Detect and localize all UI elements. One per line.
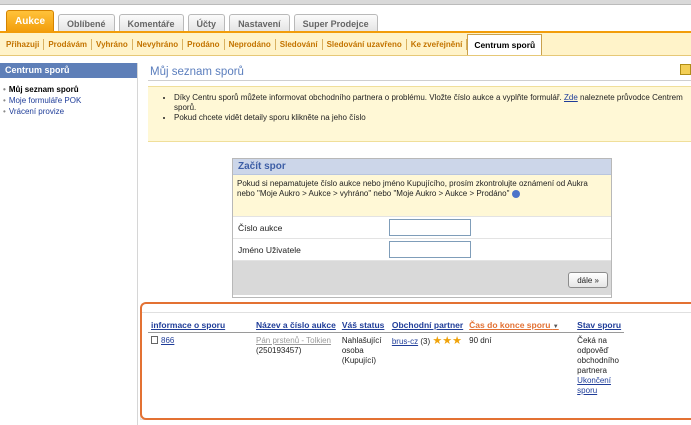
tab-aukce[interactable]: Aukce <box>6 10 55 32</box>
sidebar: Centrum sporů • Můj seznam sporů • Moje fo… <box>0 63 138 425</box>
tab-super-prodejce[interactable]: Super Prodejce <box>293 14 378 32</box>
guide-link[interactable]: Zde <box>564 93 578 102</box>
col-time-left[interactable]: Čas do konce sporu ▼ <box>466 318 574 333</box>
col-time-left-label: Čas do konce sporu <box>469 320 551 330</box>
subtab-centrum-sporu[interactable]: Centrum sporů <box>467 34 543 55</box>
star-icon: ★ <box>452 335 462 347</box>
subtab-prihazuji[interactable]: Přihazuji <box>2 38 45 50</box>
sidebar-item-vraceni-provize[interactable]: • Vrácení provize <box>3 106 134 117</box>
info-bullet-2: Pokud chcete vidět detaily sporu kliknět… <box>174 113 683 123</box>
page-title: Můj seznam sporů <box>150 66 244 78</box>
main-tabs: Aukce Oblíbené Komentáře Účty Nastavení … <box>6 8 382 32</box>
info-box: Díky Centru sporů můžete informovat obch… <box>148 86 691 142</box>
sidebar-item-moje-formulare-pok[interactable]: • Moje formuláře POK <box>3 95 134 106</box>
subtab-sledovani[interactable]: Sledování <box>276 38 323 50</box>
info-icon[interactable] <box>511 189 520 198</box>
star-icon: ★ <box>432 335 443 347</box>
start-dispute-footer: dále » <box>233 261 611 295</box>
sidebar-list: • Můj seznam sporů • Moje formuláře POK • V… <box>0 78 137 123</box>
username-label: Jméno Uživatele <box>238 244 301 255</box>
auction-number-label: Číslo aukce <box>238 222 283 233</box>
star-icon: ★ <box>442 335 453 347</box>
sidebar-item-muj-seznam-sporu[interactable]: • Můj seznam sporů <box>3 84 134 95</box>
username-row: Jméno Uživatele <box>233 239 611 261</box>
sub-tabs: Přihazuji Prodávám Vyhráno Nevyhráno Pro… <box>0 33 691 56</box>
auction-number: (250193457) <box>256 346 302 355</box>
subtab-prodavam[interactable]: Prodávám <box>44 38 93 50</box>
tab-oblibene[interactable]: Oblíbené <box>58 14 115 32</box>
cell-dispute-id: 866 <box>148 333 253 400</box>
start-dispute-title: Začít spor <box>233 159 611 175</box>
dispute-id-link[interactable]: 866 <box>161 336 174 345</box>
col-auction-name[interactable]: Název a číslo aukce <box>253 318 339 333</box>
cell-partner: brus-cz (3) ★★★ <box>389 333 466 400</box>
table-header-row: informace o sporu Název a číslo aukce Vá… <box>148 318 625 333</box>
top-border <box>0 0 691 5</box>
subtab-vyhrano[interactable]: Vyhráno <box>92 38 133 50</box>
partner-rating: (3) <box>420 337 431 346</box>
sidebar-item-label: Moje formuláře POK <box>8 96 82 105</box>
cell-auction: Pán prstenů - Tolkien (250193457) <box>253 333 339 400</box>
cell-time-left: 90 dní <box>469 336 492 345</box>
tab-komentare[interactable]: Komentáře <box>118 14 184 32</box>
info-text: Díky Centru sporů můžete informovat obch… <box>174 93 562 102</box>
username-input[interactable] <box>389 241 471 258</box>
help-icon[interactable] <box>680 64 691 75</box>
disputes-table: informace o sporu Název a číslo aukce Vá… <box>148 318 625 400</box>
auction-number-row: Číslo aukce <box>233 217 611 239</box>
state-text: Čeká na odpověď obchodního partnera <box>577 336 619 375</box>
tab-nastaveni[interactable]: Nastavení <box>229 14 290 32</box>
subtab-neprodano[interactable]: Neprodáno <box>225 38 276 50</box>
auction-name-link[interactable]: Pán prstenů - Tolkien <box>256 336 331 345</box>
start-dispute-box: Začít spor Pokud si nepamatujete číslo a… <box>232 158 612 298</box>
bullet-icon: • <box>3 107 6 116</box>
col-dispute-state[interactable]: Stav sporu <box>574 318 624 333</box>
cell-status: Nahlašující osoba (Kupující) <box>341 336 382 365</box>
info-bullet-1: Díky Centru sporů můžete informovat obch… <box>174 93 683 113</box>
description-text: Pokud si nepamatujete číslo aukce nebo j… <box>237 179 588 198</box>
auction-number-input[interactable] <box>389 219 471 236</box>
subtab-ke-zverejneni[interactable]: Ke zveřejnění <box>407 38 468 50</box>
subtab-nevyhrano[interactable]: Nevyhráno <box>133 38 184 50</box>
end-dispute-link[interactable]: Ukončení sporu <box>577 376 611 395</box>
subtab-prodano[interactable]: Prodáno <box>183 38 225 50</box>
bullet-icon: • <box>3 96 6 105</box>
document-icon <box>151 336 158 344</box>
tab-ucty[interactable]: Účty <box>187 14 226 32</box>
table-row: 866 Pán prstenů - Tolkien (250193457) Na… <box>148 333 624 400</box>
sort-down-icon: ▼ <box>552 324 559 330</box>
sidebar-item-label: Vrácení provize <box>8 107 65 116</box>
title-divider <box>148 80 691 81</box>
col-partner[interactable]: Obchodní partner <box>389 318 466 333</box>
sidebar-title: Centrum sporů <box>0 63 137 78</box>
col-your-status[interactable]: Váš status <box>339 318 389 333</box>
partner-link[interactable]: brus-cz <box>392 337 418 346</box>
col-dispute-info[interactable]: informace o sporu <box>148 318 253 333</box>
start-dispute-description: Pokud si nepamatujete číslo aukce nebo j… <box>233 175 611 217</box>
sidebar-item-label: Můj seznam sporů <box>8 85 79 94</box>
next-button[interactable]: dále » <box>568 272 608 288</box>
cell-state: Čeká na odpověď obchodního partnera Ukon… <box>574 333 624 400</box>
bullet-icon: • <box>3 85 6 94</box>
subtab-sledovani-uzavreno[interactable]: Sledování uzavřeno <box>323 38 407 50</box>
